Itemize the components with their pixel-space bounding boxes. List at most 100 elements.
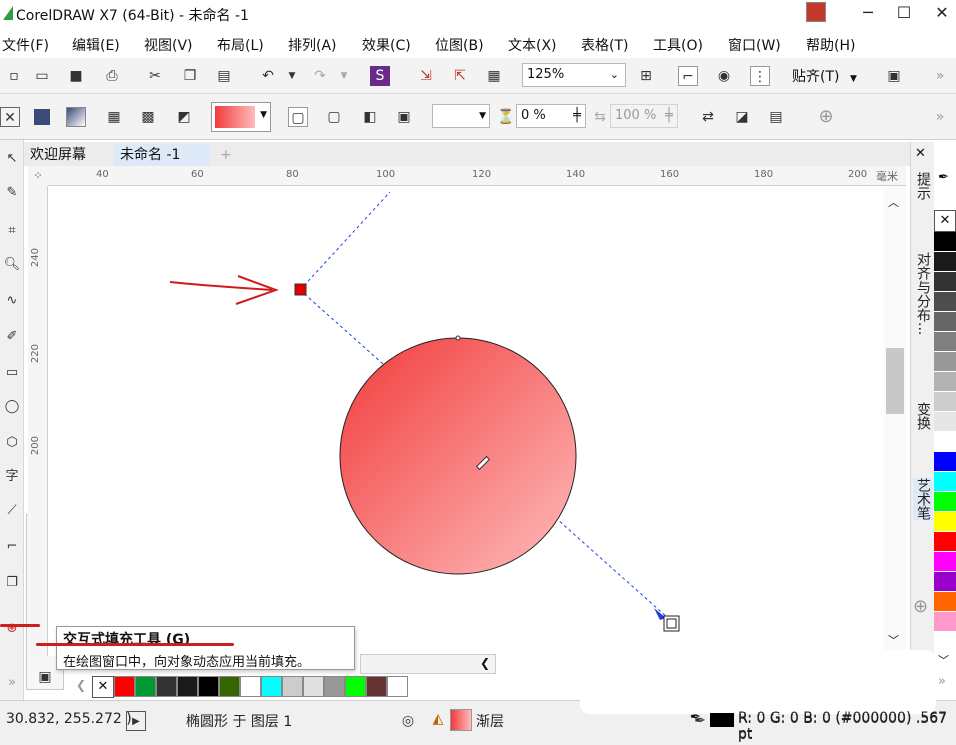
rulers-icon[interactable]: ⌐ xyxy=(678,66,698,86)
palette-swatch[interactable] xyxy=(345,676,366,697)
palette-swatch[interactable] xyxy=(934,372,956,392)
vertical-scrollbar-thumb[interactable] xyxy=(886,348,904,414)
tab-welcome[interactable]: 欢迎屏幕 xyxy=(24,144,92,166)
palette-swatch[interactable] xyxy=(934,572,956,592)
docker-artistic-media[interactable]: 艺术笔 xyxy=(913,478,933,520)
palette-swatch[interactable] xyxy=(934,532,956,552)
add-icon[interactable]: ⊕ xyxy=(816,107,836,127)
linear-fountain-icon[interactable]: ▢ xyxy=(288,107,308,127)
expand-toolbox-icon[interactable]: » xyxy=(2,672,22,694)
drop-shadow-tool-icon[interactable]: ❐ xyxy=(2,572,22,594)
menu-effects[interactable]: 效果(C) xyxy=(362,31,411,59)
palette-swatch[interactable] xyxy=(934,352,956,372)
palette-swatch[interactable] xyxy=(934,472,956,492)
bitmap-pattern-fill-icon[interactable]: ▩ xyxy=(138,107,158,127)
polygon-tool-icon[interactable]: ⬡ xyxy=(2,432,22,454)
reverse-fill-icon[interactable]: ⇄ xyxy=(698,107,718,127)
publish-pdf-icon[interactable]: ▦ xyxy=(484,66,504,86)
wrap-fill-icon[interactable]: ◪ xyxy=(732,107,752,127)
options-icon[interactable]: ▣ xyxy=(884,66,904,86)
ruler-corner[interactable]: ⁘ xyxy=(28,166,48,186)
pick-tool-icon[interactable]: ↖ xyxy=(2,148,22,170)
palette-swatch[interactable] xyxy=(934,412,956,432)
palette-swatch[interactable] xyxy=(934,392,956,412)
palette-eyedropper-icon[interactable]: ✒ xyxy=(938,170,949,185)
palette-swatch[interactable] xyxy=(934,612,956,632)
print-icon[interactable]: ⎙ xyxy=(102,66,122,86)
fill-status-swatch[interactable] xyxy=(450,709,472,731)
close-docker-icon[interactable]: ✕ xyxy=(915,146,926,161)
docker-hints[interactable]: 提示 xyxy=(913,172,933,200)
palette-swatch[interactable] xyxy=(198,676,219,697)
palette-swatch[interactable] xyxy=(934,292,956,312)
menu-window[interactable]: 窗口(W) xyxy=(728,31,781,59)
menu-bitmaps[interactable]: 位图(B) xyxy=(435,31,484,59)
palette-swatch[interactable] xyxy=(177,676,198,697)
ellipse-object[interactable] xyxy=(339,337,577,575)
palette-swatch[interactable] xyxy=(934,272,956,292)
more-options-chevron-icon[interactable]: » xyxy=(930,107,950,127)
view-icon[interactable]: ◉ xyxy=(714,66,734,86)
menu-arrange[interactable]: 排列(A) xyxy=(288,31,337,59)
palette-swatch[interactable] xyxy=(282,676,303,697)
menu-help[interactable]: 帮助(H) xyxy=(806,31,855,59)
copy-icon[interactable]: ❐ xyxy=(180,66,200,86)
palette-swatch[interactable] xyxy=(261,676,282,697)
palette-swatch[interactable] xyxy=(934,432,956,452)
new-document-icon[interactable]: ▫ xyxy=(4,66,24,86)
palette-swatch[interactable] xyxy=(934,252,956,272)
node-transparency-field[interactable]: 0 % ╪ xyxy=(516,104,586,128)
freehand-tool-icon[interactable]: ∿ xyxy=(2,290,22,312)
conical-fountain-icon[interactable]: ◧ xyxy=(360,107,380,127)
minimize-button[interactable]: ─ xyxy=(856,2,880,24)
node-color-picker[interactable]: ▼ xyxy=(432,104,490,128)
scroll-up-icon[interactable]: ︿ xyxy=(888,194,899,210)
drawing-canvas[interactable] xyxy=(48,186,906,656)
ellipse-top-node[interactable] xyxy=(455,335,461,341)
add-tab-icon[interactable]: + xyxy=(214,144,238,166)
uniform-fill-icon[interactable] xyxy=(32,107,52,127)
horizontal-ruler[interactable]: 40 60 80 100 120 140 160 180 200 毫米 xyxy=(48,166,906,186)
menu-text[interactable]: 文本(X) xyxy=(508,31,557,59)
more-tools-chevron-icon[interactable]: » xyxy=(930,66,950,86)
snap-grid-icon[interactable]: ⋮ xyxy=(750,66,770,86)
fill-options-icon[interactable]: ▤ xyxy=(766,107,786,127)
full-screen-preview-icon[interactable]: ⊞ xyxy=(636,66,656,86)
two-color-pattern-fill-icon[interactable]: ◩ xyxy=(174,107,194,127)
interactive-fill-flyout-icon[interactable]: ▣ xyxy=(35,667,55,687)
palette-left-icon[interactable]: ❮ xyxy=(76,678,86,692)
palette-swatch[interactable] xyxy=(934,592,956,612)
import-icon[interactable]: ⇲ xyxy=(416,66,436,86)
export-icon[interactable]: ⇱ xyxy=(450,66,470,86)
palette-swatch[interactable] xyxy=(114,676,135,697)
rectangular-fountain-icon[interactable]: ▣ xyxy=(394,107,414,127)
shape-tool-icon[interactable]: ✎ xyxy=(2,182,22,204)
palette-swatch[interactable] xyxy=(934,312,956,332)
menu-edit[interactable]: 编辑(E) xyxy=(72,31,120,59)
corel-connect-icon[interactable]: S xyxy=(370,66,390,86)
redo-icon[interactable]: ↷ xyxy=(310,66,330,86)
menu-layout[interactable]: 布局(L) xyxy=(217,31,264,59)
docker-align-distribute[interactable]: 对齐与分布... xyxy=(913,252,933,335)
menu-table[interactable]: 表格(T) xyxy=(581,31,628,59)
maximize-button[interactable]: ☐ xyxy=(892,2,916,24)
ellipse-tool-icon[interactable]: ◯ xyxy=(2,396,22,418)
cut-icon[interactable]: ✂ xyxy=(145,66,165,86)
tab-untitled[interactable]: 未命名 -1 xyxy=(114,144,210,166)
close-button[interactable]: ✕ xyxy=(930,2,954,24)
palette-swatch[interactable] xyxy=(156,676,177,697)
crop-tool-icon[interactable]: ⌗ xyxy=(2,220,22,242)
vector-pattern-fill-icon[interactable]: ▦ xyxy=(104,107,124,127)
artistic-media-tool-icon[interactable]: ✐ xyxy=(2,326,22,348)
fill-color-picker[interactable]: ▼ xyxy=(211,102,271,132)
rectangle-tool-icon[interactable]: ▭ xyxy=(2,362,22,384)
zoom-tool-icon[interactable]: 🔍︎ xyxy=(2,254,22,276)
paste-icon[interactable]: ▤ xyxy=(214,66,234,86)
palette-no-color-swatch[interactable]: ✕ xyxy=(934,210,956,232)
redo-dropdown-icon[interactable]: ▼ xyxy=(334,66,354,86)
open-icon[interactable]: ▭ xyxy=(32,66,52,86)
undo-icon[interactable]: ↶ xyxy=(258,66,278,86)
user-avatar-icon[interactable] xyxy=(806,2,826,22)
text-tool-icon[interactable]: 字 xyxy=(2,466,22,488)
dimension-tool-icon[interactable]: ⟋ xyxy=(2,500,22,522)
